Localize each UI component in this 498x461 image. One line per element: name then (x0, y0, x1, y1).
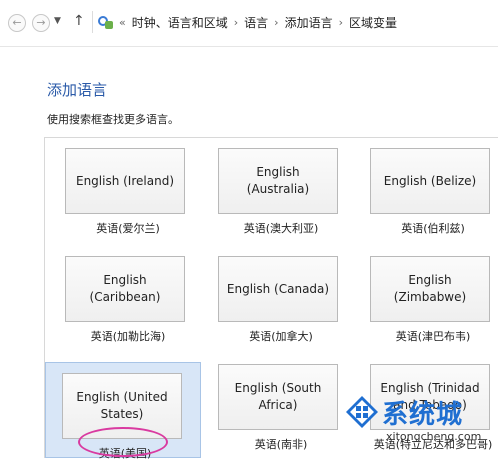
chevron-right-icon[interactable]: › (339, 16, 343, 29)
language-caption: 英语(加勒比海) (90, 330, 166, 343)
language-caption: 英语(加拿大) (249, 330, 313, 343)
language-caption: 英语(南非) (254, 438, 308, 451)
arrow-up-icon: ↑ (73, 13, 85, 29)
language-tile[interactable]: English (Canada) (218, 256, 338, 322)
watermark-text: 系统城 (382, 400, 464, 430)
language-caption: 英语(津巴布韦) (395, 330, 471, 343)
chevron-down-icon: ▼ (54, 16, 61, 26)
arrow-left-icon: ← (12, 16, 22, 29)
language-tile[interactable]: English (Ireland) (65, 148, 185, 214)
breadcrumb-region-variants[interactable]: 区域变量 (349, 14, 397, 31)
back-button[interactable]: ← (8, 14, 26, 32)
breadcrumb-clock-language-region[interactable]: 时钟、语言和区域 (132, 14, 228, 31)
language-item-english-australia[interactable]: English (Australia) 英语(澳大利亚) (202, 138, 340, 240)
language-item-english-belize[interactable]: English (Belize) 英语(伯利兹) (354, 138, 492, 240)
breadcrumb-add-language[interactable]: 添加语言 (285, 14, 333, 31)
language-item-english-canada[interactable]: English (Canada) 英语(加拿大) (202, 246, 340, 348)
control-panel-icon (97, 14, 113, 30)
arrow-right-icon: → (36, 16, 46, 29)
language-tile[interactable]: English (South Africa) (218, 364, 338, 430)
language-caption: 英语(伯利兹) (401, 222, 465, 235)
forward-button[interactable]: → (32, 14, 50, 32)
watermark-url: xitongcheng.com (386, 430, 482, 443)
recent-pages-button[interactable]: ▼ (54, 16, 61, 26)
watermark: 系统城 xitongcheng.com (344, 392, 498, 457)
address-bar: ← → ▼ ↑ « 时钟、语言和区域 › 语言 › 添加语言 › 区域变量 (0, 0, 498, 47)
chevron-right-icon[interactable]: › (234, 16, 238, 29)
highlight-ellipse (78, 427, 168, 457)
language-item-english-zimbabwe[interactable]: English (Zimbabwe) 英语(津巴布韦) (354, 246, 492, 348)
page-subtitle: 使用搜索框查找更多语言。 (47, 113, 179, 126)
language-item-english-ireland[interactable]: English (Ireland) 英语(爱尔兰) (49, 138, 187, 240)
language-item-english-south-africa[interactable]: English (South Africa) 英语(南非) (202, 354, 340, 456)
language-item-english-caribbean[interactable]: English (Caribbean) 英语(加勒比海) (49, 246, 187, 348)
breadcrumb-overflow[interactable]: « (119, 16, 126, 29)
language-tile[interactable]: English (Caribbean) (65, 256, 185, 322)
up-button[interactable]: ↑ (73, 13, 85, 29)
page-title: 添加语言 (47, 81, 108, 99)
language-tile[interactable]: English (Belize) (370, 148, 490, 214)
language-tile[interactable]: English (Zimbabwe) (370, 256, 490, 322)
windows-logo-icon (346, 396, 378, 428)
breadcrumb: « 时钟、语言和区域 › 语言 › 添加语言 › 区域变量 (92, 11, 498, 33)
language-caption: 英语(爱尔兰) (96, 222, 160, 235)
language-caption: 英语(澳大利亚) (243, 222, 319, 235)
language-tile[interactable]: English (Australia) (218, 148, 338, 214)
chevron-right-icon[interactable]: › (274, 16, 278, 29)
breadcrumb-language[interactable]: 语言 (244, 14, 268, 31)
